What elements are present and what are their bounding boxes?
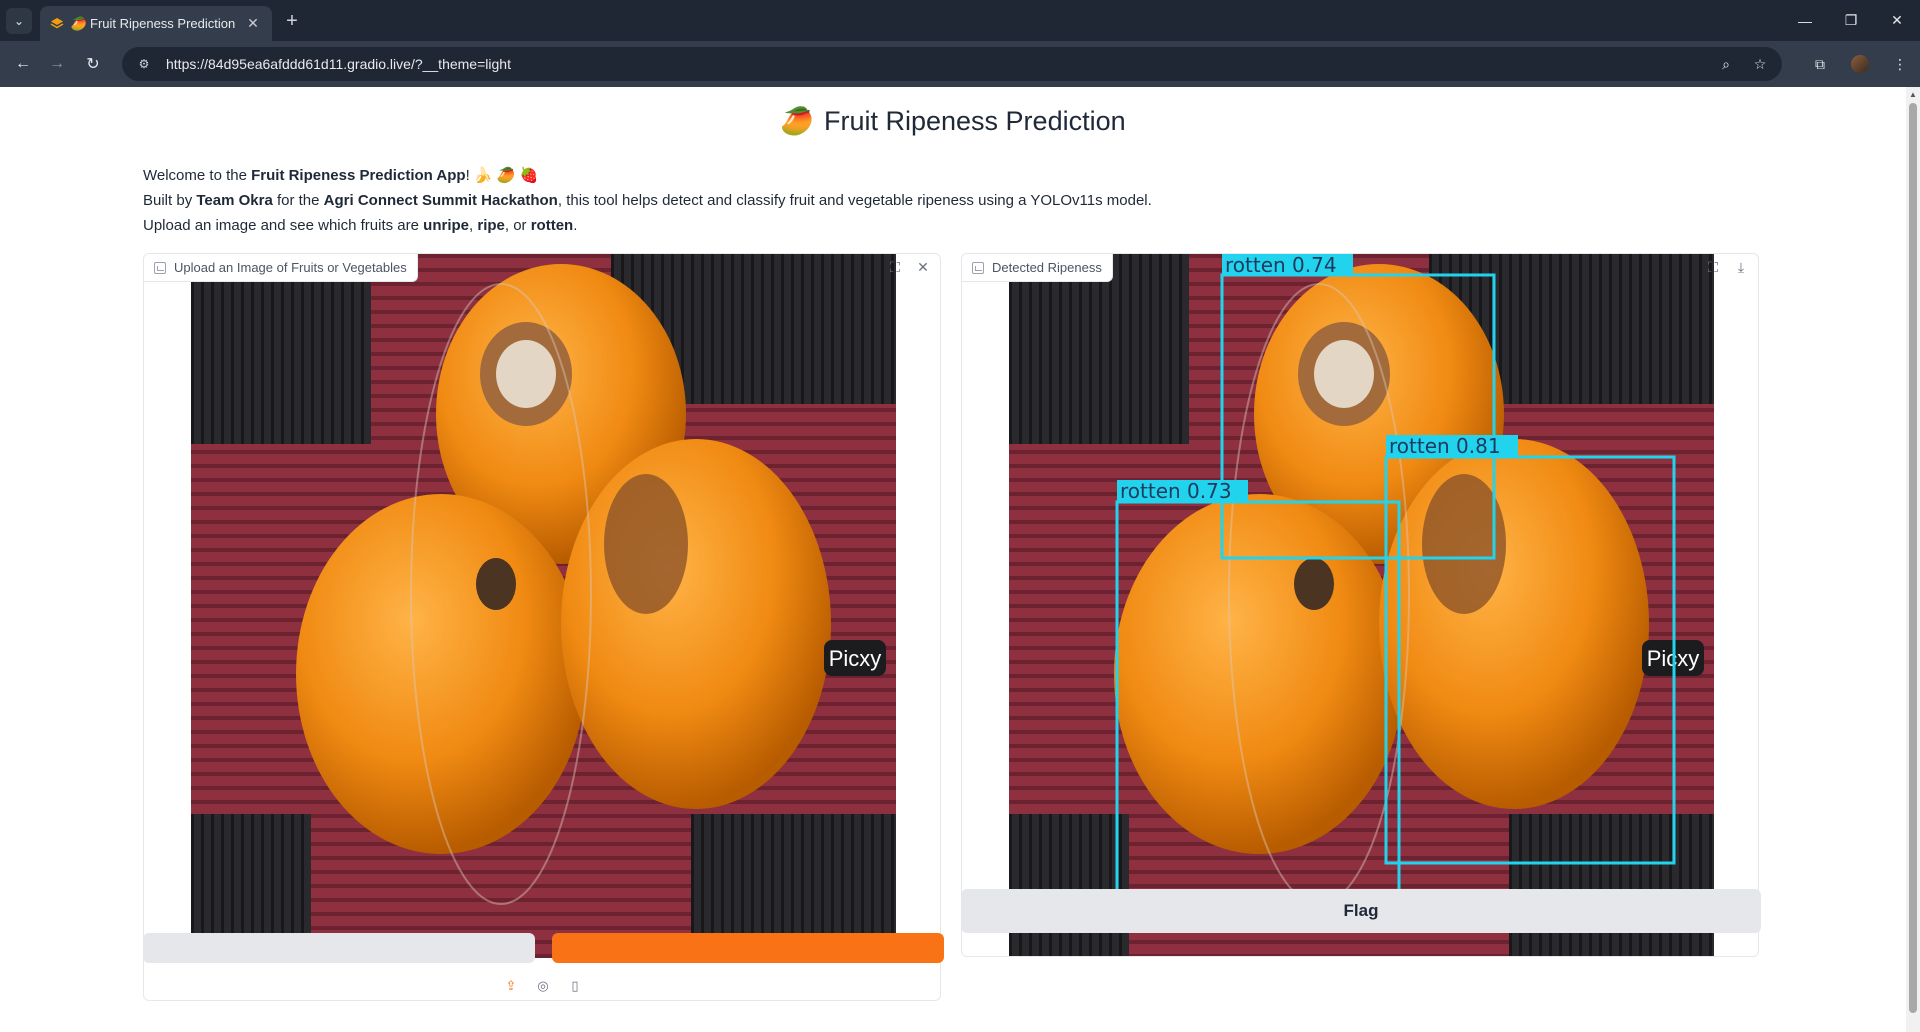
image-icon: [972, 261, 984, 274]
detected-oranges-photo: Picxy rotten 0.74 rotten 0.81 rotten 0.7…: [1009, 254, 1714, 956]
scroll-up-icon[interactable]: ▲: [1909, 90, 1917, 99]
browser-toolbar: ← → ↻ ⚙ https://84d95ea6afddd61d11.gradi…: [0, 41, 1920, 87]
profile-avatar[interactable]: [1851, 55, 1869, 73]
clipboard-icon[interactable]: ▯: [567, 978, 583, 994]
menu-icon[interactable]: ⋮: [1880, 56, 1920, 73]
scrollbar-thumb[interactable]: [1909, 103, 1917, 1013]
bookmark-star-icon[interactable]: ☆: [1750, 54, 1770, 74]
intro-line-1: Welcome to the Fruit Ripeness Prediction…: [143, 167, 539, 184]
site-settings-icon[interactable]: ⚙: [136, 56, 152, 72]
reload-icon[interactable]: ↻: [80, 51, 106, 77]
flag-button[interactable]: Flag: [961, 889, 1761, 933]
fullscreen-icon[interactable]: ⛶: [1704, 258, 1722, 276]
page-scrollbar[interactable]: ▲: [1906, 87, 1920, 1032]
detection-label-2: rotten 0.81: [1389, 434, 1501, 458]
mango-emoji-icon: 🥭: [70, 15, 88, 31]
gradio-favicon-icon: [50, 17, 64, 31]
zoom-icon[interactable]: ⌕: [1716, 54, 1736, 74]
back-icon[interactable]: ←: [10, 51, 36, 77]
window-controls: — ❐ ✕: [1782, 0, 1920, 41]
browser-tab[interactable]: 🥭 Fruit Ripeness Prediction ✕: [40, 6, 272, 41]
output-image-panel: Detected Ripeness ⛶ ⤓ Picxy rotten 0.74 …: [961, 253, 1759, 957]
minimize-icon[interactable]: —: [1782, 0, 1828, 41]
tab-search-button[interactable]: ⌄: [6, 8, 32, 34]
close-window-icon[interactable]: ✕: [1874, 0, 1920, 41]
extensions-icon[interactable]: ⧉: [1800, 56, 1840, 73]
input-image: Picxy: [191, 254, 896, 958]
output-image: Picxy rotten 0.74 rotten 0.81 rotten 0.7…: [1009, 254, 1714, 956]
oranges-photo: Picxy: [191, 254, 896, 958]
restore-icon[interactable]: ❐: [1828, 0, 1874, 41]
intro-text: Welcome to the Fruit Ripeness Prediction…: [143, 163, 1152, 238]
input-image-label: Upload an Image of Fruits or Vegetables: [144, 254, 418, 282]
browser-tabstrip: ⌄ 🥭 Fruit Ripeness Prediction ✕ + — ❐ ✕: [0, 0, 1920, 41]
close-tab-icon[interactable]: ✕: [244, 15, 262, 33]
output-panel-tools: ⛶ ⤓: [1704, 258, 1750, 276]
image-icon: [154, 261, 166, 274]
detection-label-1: rotten 0.74: [1225, 254, 1337, 277]
clear-button[interactable]: [143, 933, 535, 963]
intro-line-3: Upload an image and see which fruits are…: [143, 217, 578, 234]
fullscreen-icon[interactable]: ⛶: [886, 258, 904, 276]
toolbar-right: ⧉ ⋮: [1800, 47, 1920, 81]
intro-line-2: Built by Team Okra for the Agri Connect …: [143, 192, 1152, 209]
mango-emoji-icon: 🥭: [780, 106, 814, 136]
page-title: 🥭 Fruit Ripeness Prediction: [780, 106, 1126, 136]
tab-title: Fruit Ripeness Prediction: [90, 16, 236, 31]
output-image-label: Detected Ripeness: [962, 254, 1113, 282]
omnibox-actions: ⌕ ☆: [1716, 47, 1770, 81]
address-bar[interactable]: ⚙ https://84d95ea6afddd61d11.gradio.live…: [122, 47, 1782, 81]
upload-sources: ⇪ ◎ ▯: [144, 978, 940, 994]
upload-icon[interactable]: ⇪: [503, 978, 519, 994]
new-tab-button[interactable]: +: [280, 9, 304, 33]
download-icon[interactable]: ⤓: [1732, 258, 1750, 276]
url-text: https://84d95ea6afddd61d11.gradio.live/?…: [166, 56, 511, 72]
submit-button[interactable]: [552, 933, 944, 963]
watermark-label: Picxy: [829, 646, 882, 671]
webcam-icon[interactable]: ◎: [535, 978, 551, 994]
forward-icon[interactable]: →: [44, 51, 70, 77]
input-image-panel[interactable]: Upload an Image of Fruits or Vegetables …: [143, 253, 941, 1001]
input-panel-tools: ⛶ ✕: [886, 258, 932, 276]
clear-image-icon[interactable]: ✕: [914, 258, 932, 276]
detection-label-3: rotten 0.73: [1120, 479, 1232, 503]
